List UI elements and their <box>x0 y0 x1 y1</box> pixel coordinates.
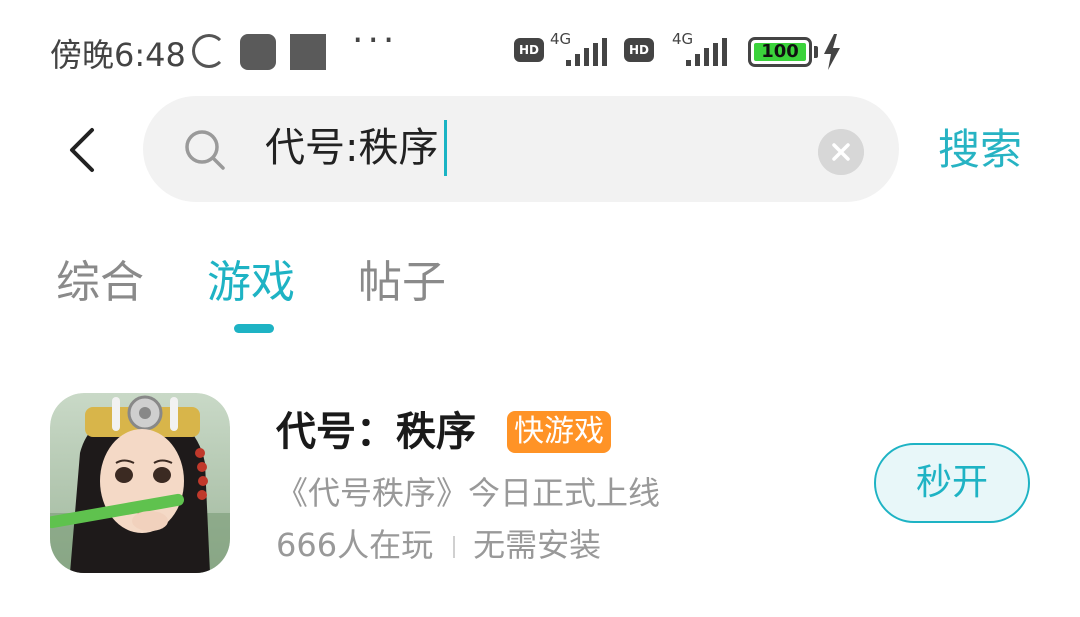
hd-icon: HD <box>514 38 544 62</box>
app-notification-icon <box>240 34 276 70</box>
game-description: 《代号秩序》今日正式上线 <box>276 474 661 512</box>
tab-games[interactable]: 游戏 <box>207 252 295 314</box>
clear-search-icon[interactable] <box>818 129 864 175</box>
search-icon <box>185 130 225 170</box>
search-query-text[interactable]: 代号:秩序 <box>265 120 438 176</box>
game-result-item[interactable]: 代号：秩序 快游戏 《代号秩序》今日正式上线 666人在玩 无需安装 秒开 <box>0 380 1080 590</box>
game-meta: 666人在玩 无需安装 <box>276 522 601 568</box>
search-input[interactable]: 代号:秩序 <box>143 96 899 202</box>
back-arrow-icon[interactable] <box>60 124 104 176</box>
no-install-label: 无需安装 <box>473 526 602 564</box>
battery-tip <box>814 46 818 58</box>
charging-bolt-icon <box>824 34 840 70</box>
player-count: 666人在玩 <box>276 526 434 564</box>
battery-icon: 100 <box>748 37 812 67</box>
tab-posts[interactable]: 帖子 <box>358 252 446 314</box>
game-title: 代号：秩序 <box>276 409 476 455</box>
active-tab-indicator <box>234 324 274 333</box>
hd-icon: HD <box>624 38 654 62</box>
app-notification-icon <box>290 34 326 70</box>
signal-icon <box>686 38 732 66</box>
signal-icon <box>566 38 612 66</box>
quick-game-badge: 快游戏 <box>507 411 611 453</box>
status-time: 傍晚6:48 <box>50 36 186 74</box>
status-bar: 傍晚6:48 ··· HD 4G HD 4G 100 <box>0 0 1080 100</box>
text-cursor <box>444 120 447 176</box>
more-notifications-icon: ··· <box>352 20 399 61</box>
instant-open-button[interactable]: 秒开 <box>874 443 1030 523</box>
meta-divider <box>453 536 456 558</box>
loading-icon <box>192 34 226 68</box>
search-button[interactable]: 搜索 <box>938 122 1022 178</box>
tab-comprehensive[interactable]: 综合 <box>56 252 144 314</box>
game-app-icon <box>50 393 230 573</box>
battery-percent: 100 <box>761 41 799 62</box>
